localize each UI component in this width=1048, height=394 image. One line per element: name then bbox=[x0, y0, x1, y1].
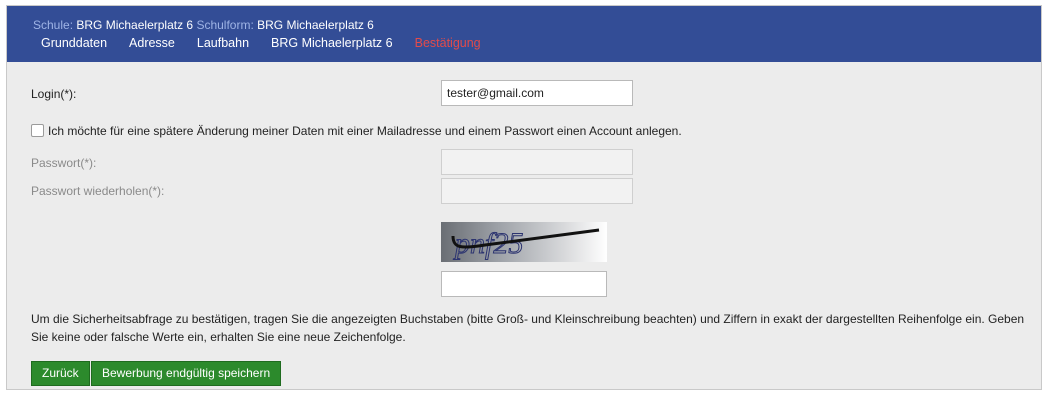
tab-school[interactable]: BRG Michaelerplatz 6 bbox=[271, 36, 393, 50]
captcha-input[interactable] bbox=[441, 271, 607, 297]
schoolform-label: Schulform: bbox=[196, 18, 254, 32]
application-form-panel: Schule: BRG Michaelerplatz 6 Schulform: … bbox=[6, 5, 1042, 390]
school-breadcrumb: Schule: BRG Michaelerplatz 6 Schulform: … bbox=[33, 18, 374, 32]
step-tabs: Grunddaten Adresse Laufbahn BRG Michaele… bbox=[41, 36, 481, 50]
login-input[interactable] bbox=[441, 80, 633, 106]
school-value: BRG Michaelerplatz 6 bbox=[76, 18, 194, 32]
save-application-button[interactable]: Bewerbung endgültig speichern bbox=[91, 361, 282, 386]
password-label: Passwort(*): bbox=[31, 156, 97, 170]
password-input[interactable] bbox=[441, 149, 633, 175]
captcha-help-text: Um die Sicherheitsabfrage zu bestätigen,… bbox=[31, 312, 1025, 344]
back-button[interactable]: Zurück bbox=[31, 361, 90, 386]
tab-adresse[interactable]: Adresse bbox=[129, 36, 175, 50]
login-label: Login(*): bbox=[31, 87, 77, 101]
header-bar: Schule: BRG Michaelerplatz 6 Schulform: … bbox=[7, 6, 1041, 62]
account-checkbox-label: Ich möchte für eine spätere Änderung mei… bbox=[48, 124, 682, 138]
schoolform-value: BRG Michaelerplatz 6 bbox=[257, 18, 374, 32]
account-checkbox[interactable] bbox=[31, 124, 44, 137]
captcha-image: pnf25 bbox=[441, 222, 607, 262]
password-repeat-label: Passwort wiederholen(*): bbox=[31, 184, 165, 198]
captcha-svg: pnf25 bbox=[451, 227, 600, 261]
tab-bestaetigung[interactable]: Bestätigung bbox=[415, 36, 481, 50]
password-repeat-input[interactable] bbox=[441, 178, 633, 204]
school-label: Schule: bbox=[33, 18, 74, 32]
tab-laufbahn[interactable]: Laufbahn bbox=[197, 36, 249, 50]
tab-grunddaten[interactable]: Grunddaten bbox=[41, 36, 107, 50]
